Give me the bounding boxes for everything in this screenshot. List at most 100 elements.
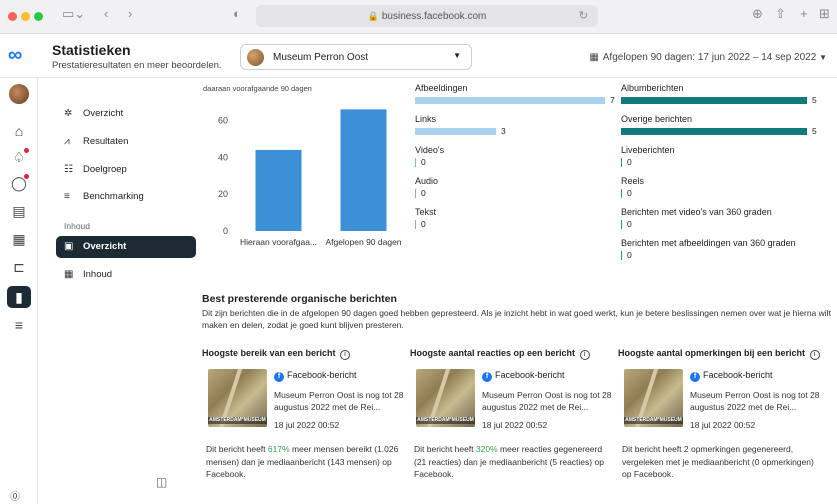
- content-type-bar: [415, 97, 605, 104]
- account-selector[interactable]: Museum Perron Oost ▼: [240, 44, 472, 70]
- y-tick-label: 40: [218, 152, 228, 162]
- content-type-row: Video's 0: [415, 144, 615, 175]
- sidebar-item-label: Resultaten: [83, 136, 129, 147]
- post-date: 18 jul 2022 00:52: [690, 420, 756, 430]
- facebook-icon: f: [690, 372, 700, 382]
- post-summary: Dit bericht heeft 2 opmerkingen gegenere…: [622, 444, 814, 479]
- sidebar-item-benchmarking[interactable]: ≡ Benchmarking: [56, 186, 196, 208]
- menu-icon[interactable]: ≡: [7, 314, 31, 336]
- ads-icon[interactable]: ⊏: [7, 256, 31, 278]
- address-bar[interactable]: 🔒 business.facebook.com ↻: [256, 5, 598, 27]
- post-source: f Facebook-bericht: [690, 370, 773, 382]
- content-type-label: Tekst: [415, 207, 437, 217]
- url-text: business.facebook.com: [381, 11, 487, 22]
- thumbnail-caption: AMSTERDAM*MUSEUM: [416, 417, 475, 424]
- post-source: f Facebook-bericht: [274, 370, 357, 382]
- facebook-icon: f: [274, 372, 284, 382]
- content-type-bar: [621, 251, 622, 260]
- x-tick-label: Afgelopen 90 dagen: [325, 237, 401, 247]
- content-type-label: Video's: [415, 145, 445, 155]
- close-window-button[interactable]: [8, 12, 17, 21]
- sidebar-item-inhoud[interactable]: ▦ Inhoud: [56, 264, 196, 286]
- sidebar-item-resultaten[interactable]: ⩘ Resultaten: [56, 131, 196, 153]
- content-type-row: Tekst 0: [415, 206, 615, 237]
- content-type-value: 7: [610, 95, 615, 105]
- sidebar-item-label: Overzicht: [83, 241, 127, 252]
- content-type-row: Reels 0: [621, 175, 821, 206]
- tabs-overview-icon[interactable]: ⊞: [819, 6, 830, 22]
- results-icon: ⩘: [64, 136, 70, 147]
- content-type-value: 3: [501, 126, 506, 136]
- best-posts-title: Best presterende organische berichten: [202, 293, 397, 305]
- overview-icon: ✲: [64, 108, 73, 119]
- date-range-selector[interactable]: ▦ Afgelopen 90 dagen: 17 jun 2022 – 14 se…: [589, 52, 827, 63]
- content-type-label: Overige berichten: [621, 114, 693, 124]
- share-icon[interactable]: ⇧: [775, 6, 786, 22]
- sidebar-item-content-overzicht[interactable]: ▣ Overzicht: [56, 236, 196, 258]
- app-icon-rail: ⌂ ♤ ◯ ▤ ▦ ⊏ ▮ ≡: [0, 78, 38, 504]
- post-thumbnail[interactable]: AMSTERDAM*MUSEUM: [624, 369, 683, 427]
- post-summary: Dit bericht heeft 617% meer mensen berei…: [206, 444, 399, 479]
- post-card-reach[interactable]: Hoogste bereik van een bericht i AMSTERD…: [202, 348, 407, 479]
- shield-icon[interactable]: ◐: [233, 6, 241, 21]
- post-card-reactions[interactable]: Hoogste aantal reacties op een bericht i…: [410, 348, 615, 479]
- content-type-label: Liveberichten: [621, 145, 675, 155]
- content-type-bar: [621, 220, 622, 229]
- lock-icon: 🔒: [367, 11, 379, 21]
- post-date: 18 jul 2022 00:52: [482, 420, 548, 430]
- sidebar-item-doelgroep[interactable]: ☷ Doelgroep: [56, 159, 196, 181]
- sidebar-item-label: Benchmarking: [83, 191, 144, 202]
- content-type-label: Audio: [415, 176, 439, 186]
- post-thumbnail[interactable]: AMSTERDAM*MUSEUM: [416, 369, 475, 427]
- audience-icon: ☷: [64, 164, 73, 175]
- help-icon[interactable]: ⓪: [10, 488, 20, 503]
- grid-icon[interactable]: ▦: [7, 228, 31, 250]
- content-type-label: Berichten met video's van 360 graden: [621, 207, 772, 217]
- sidebar-item-overzicht[interactable]: ✲ Overzicht: [56, 103, 196, 125]
- content-type-label: Berichten met afbeeldingen van 360 grade…: [621, 238, 796, 248]
- insights-icon[interactable]: ▮: [7, 286, 31, 308]
- home-icon[interactable]: ⌂: [7, 120, 31, 142]
- content-type-value: 0: [421, 219, 426, 229]
- browser-toolbar: ▭⌄ ‹ › ◐ 🔒 business.facebook.com ↻ ⊕ ⇧ + …: [0, 0, 837, 34]
- section-label-inhoud: Inhoud: [64, 221, 90, 231]
- sidebar-item-label: Doelgroep: [83, 164, 127, 175]
- chart-bar[interactable]: [255, 149, 302, 231]
- account-name: Museum Perron Oost: [273, 52, 369, 63]
- content-table-icon: ▦: [64, 269, 74, 280]
- reload-icon[interactable]: ↻: [579, 5, 588, 27]
- main-content: daaraan voorafgaande 90 dagen 0 20 40 60 Hie…: [200, 78, 837, 504]
- maximize-window-button[interactable]: [34, 12, 43, 21]
- sidebar-item-label: Inhoud: [83, 269, 113, 280]
- profile-avatar[interactable]: [9, 84, 29, 104]
- info-icon[interactable]: i: [579, 350, 590, 360]
- content-type-row: Links 3: [415, 113, 615, 144]
- content-type-label: Links: [415, 114, 437, 124]
- minimize-window-button[interactable]: [21, 12, 30, 21]
- best-posts-description: Dit zijn berichten die in de afgelopen 9…: [202, 308, 831, 330]
- posts-icon[interactable]: ▤: [7, 200, 31, 222]
- post-text: Museum Perron Oost is nog tot 28 augustu…: [690, 390, 820, 412]
- back-icon[interactable]: ‹: [104, 6, 108, 21]
- post-thumbnail[interactable]: AMSTERDAM*MUSEUM: [208, 369, 267, 427]
- content-type-bar: [621, 189, 622, 198]
- content-type-value: 5: [812, 126, 817, 136]
- chart-caption: daaraan voorafgaande 90 dagen: [203, 84, 312, 93]
- sidebar-toggle-icon[interactable]: ▭⌄: [62, 6, 85, 22]
- collapse-sidebar-icon[interactable]: ◫: [156, 475, 167, 489]
- page-title: Statistieken: [52, 42, 131, 58]
- info-icon[interactable]: i: [809, 350, 820, 360]
- posts-bar-chart: 0 20 40 60 Hieraan voorafgaa... Afgelopen 90 …: [218, 109, 402, 247]
- forward-icon[interactable]: ›: [128, 6, 132, 21]
- chevron-down-icon: ▼: [819, 53, 827, 62]
- download-icon[interactable]: ⊕: [752, 6, 763, 22]
- meta-logo-icon[interactable]: ∞: [8, 44, 22, 67]
- info-icon[interactable]: i: [340, 350, 351, 360]
- new-tab-icon[interactable]: +: [800, 6, 808, 21]
- content-type-bar: [415, 128, 496, 135]
- post-date: 18 jul 2022 00:52: [274, 420, 340, 430]
- chart-bar[interactable]: [340, 109, 387, 231]
- content-type-label: Albumberichten: [621, 83, 684, 93]
- y-tick-label: 20: [218, 189, 228, 199]
- post-card-comments[interactable]: Hoogste aantal opmerkingen bij een beric…: [618, 348, 823, 479]
